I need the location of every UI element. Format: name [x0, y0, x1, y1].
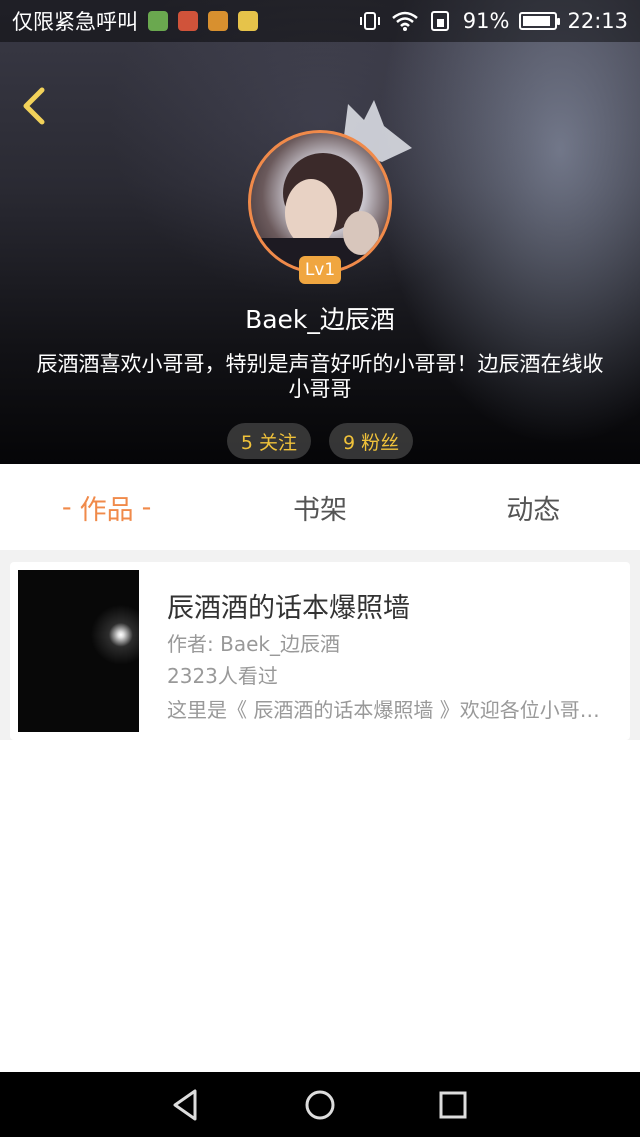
app-notification-icon — [178, 11, 198, 31]
clock: 22:13 — [567, 9, 628, 33]
circle-home-icon — [305, 1090, 335, 1119]
nav-back-button[interactable] — [157, 1075, 217, 1135]
back-button[interactable] — [14, 84, 54, 128]
work-card[interactable]: 辰酒酒的话本爆照墙 作者: Baek_边辰酒 2323人看过 这里是《 辰酒酒的… — [10, 562, 630, 740]
battery-level — [523, 16, 551, 26]
carrier-text: 仅限紧急呼叫 — [12, 10, 138, 34]
status-bar: 仅限紧急呼叫 91% 22:13 — [0, 0, 640, 42]
tab-label: 作品 — [79, 494, 134, 526]
chevron-left-icon — [23, 87, 45, 125]
tab-activity[interactable]: 动态 — [427, 464, 640, 550]
username: Baek_边辰酒 — [245, 305, 395, 334]
work-title: 辰酒酒的话本爆照墙 — [167, 593, 410, 624]
avatar-image — [261, 153, 385, 271]
square-recent-icon — [439, 1091, 467, 1118]
follow-stats: 5 关注 9 粉丝 — [0, 423, 640, 459]
sim-icon — [430, 11, 449, 31]
tab-bookshelf[interactable]: 书架 — [213, 464, 426, 550]
avatar-container[interactable] — [248, 130, 392, 274]
tab-works[interactable]: - 作品 - — [0, 464, 213, 550]
tab-indicator-right: - — [141, 491, 152, 523]
following-button[interactable]: 5 关注 — [226, 423, 311, 459]
app-notification-icon — [148, 11, 168, 31]
app-notification-icon — [208, 11, 228, 31]
work-cover-image — [18, 570, 139, 732]
profile-tabs: - 作品 - 书架 动态 — [0, 464, 640, 550]
nav-home-button[interactable] — [290, 1075, 350, 1135]
nav-recent-button[interactable] — [423, 1075, 483, 1135]
status-left: 仅限紧急呼叫 — [12, 6, 258, 36]
tab-indicator-left: - — [61, 491, 72, 523]
profile-screen: 仅限紧急呼叫 91% 22:13 Lv1 Baek_边辰酒 辰酒酒喜欢小哥哥，特… — [0, 0, 640, 1137]
followers-button[interactable]: 9 粉丝 — [329, 423, 414, 459]
system-navbar — [0, 1072, 640, 1137]
level-badge: Lv1 — [299, 256, 341, 284]
user-bio: 辰酒酒喜欢小哥哥，特别是声音好听的小哥哥！边辰酒在线收小哥哥 — [36, 352, 604, 401]
triangle-back-icon — [173, 1089, 197, 1120]
vibrate-icon — [359, 12, 380, 30]
battery-percent: 91% — [462, 9, 510, 33]
work-author: 作者: Baek_边辰酒 — [167, 632, 340, 656]
tab-label: 书架 — [292, 494, 347, 526]
status-right: 91% 22:13 — [359, 9, 628, 33]
wifi-icon — [391, 11, 418, 31]
battery-icon — [519, 12, 561, 30]
tab-label: 动态 — [506, 494, 561, 526]
work-description: 这里是《 辰酒酒的话本爆照墙 》欢迎各位小哥… — [167, 698, 600, 722]
work-views: 2323人看过 — [167, 664, 278, 688]
app-notification-icon — [238, 11, 258, 31]
avatar[interactable] — [248, 130, 392, 274]
